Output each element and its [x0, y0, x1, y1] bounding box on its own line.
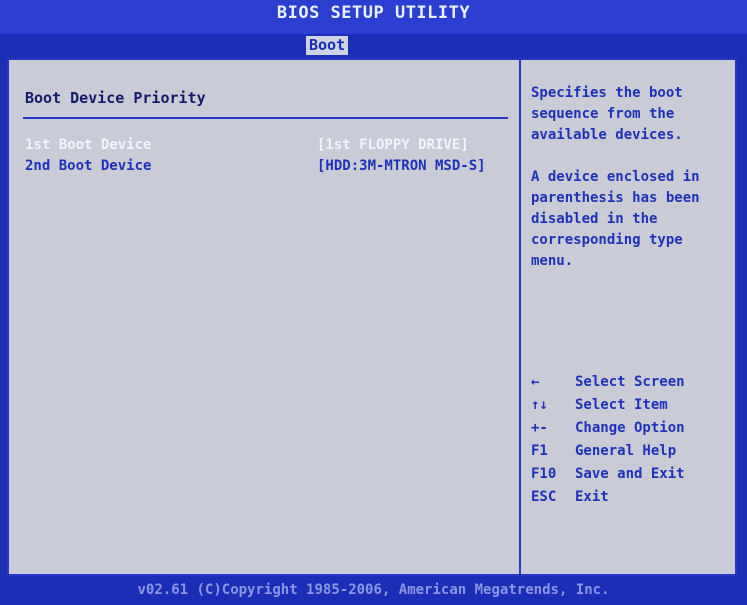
key-description: Change Option	[575, 420, 685, 436]
heading-divider	[23, 117, 508, 119]
window-title: BIOS SETUP UTILITY	[276, 3, 471, 23]
key-legend-row: F1 General Help	[531, 443, 731, 466]
key-description: Exit	[575, 489, 609, 505]
boot-device-1-row[interactable]: 1st Boot Device [1st FLOPPY DRIVE]	[25, 137, 515, 157]
up-down-arrow-key: ↑↓	[531, 397, 548, 413]
help-divider	[519, 60, 521, 574]
key-description: Save and Exit	[575, 466, 685, 482]
key-legend: ← Select Screen ↑↓ Select Item +- Change…	[531, 374, 731, 512]
boot-device-2-value[interactable]: [HDD:3M-MTRON MSD-S]	[317, 158, 486, 174]
key-legend-row: ↑↓ Select Item	[531, 397, 731, 420]
f1-key: F1	[531, 443, 548, 459]
key-description: Select Item	[575, 397, 668, 413]
key-legend-row: ← Select Screen	[531, 374, 731, 397]
key-legend-row: +- Change Option	[531, 420, 731, 443]
help-text: Specifies the boot sequence from the ava…	[531, 85, 700, 269]
menu-bar: Boot	[6, 34, 741, 56]
section-title: Boot Device Priority	[25, 89, 206, 107]
esc-key: ESC	[531, 489, 557, 505]
bios-screen: BIOS SETUP UTILITY Boot Boot Device Prio…	[0, 0, 747, 605]
key-legend-row: F10 Save and Exit	[531, 466, 731, 489]
plus-minus-key: +-	[531, 420, 548, 436]
boot-device-1-label: 1st Boot Device	[25, 137, 152, 153]
boot-device-2-label: 2nd Boot Device	[25, 158, 152, 174]
key-description: Select Screen	[575, 374, 685, 390]
boot-device-1-value[interactable]: [1st FLOPPY DRIVE]	[317, 137, 469, 153]
f10-key: F10	[531, 466, 557, 482]
footer-bar: v02.61 (C)Copyright 1985-2006, American …	[0, 578, 747, 605]
content-panel: Boot Device Priority 1st Boot Device [1s…	[7, 58, 737, 576]
boot-device-2-row[interactable]: 2nd Boot Device [HDD:3M-MTRON MSD-S]	[25, 158, 515, 178]
key-legend-row: ESC Exit	[531, 489, 731, 512]
tab-boot[interactable]: Boot	[306, 36, 349, 55]
left-arrow-key: ←	[531, 374, 540, 390]
key-description: General Help	[575, 443, 677, 459]
copyright-text: v02.61 (C)Copyright 1985-2006, American …	[137, 582, 610, 598]
title-bar: BIOS SETUP UTILITY	[0, 0, 747, 34]
